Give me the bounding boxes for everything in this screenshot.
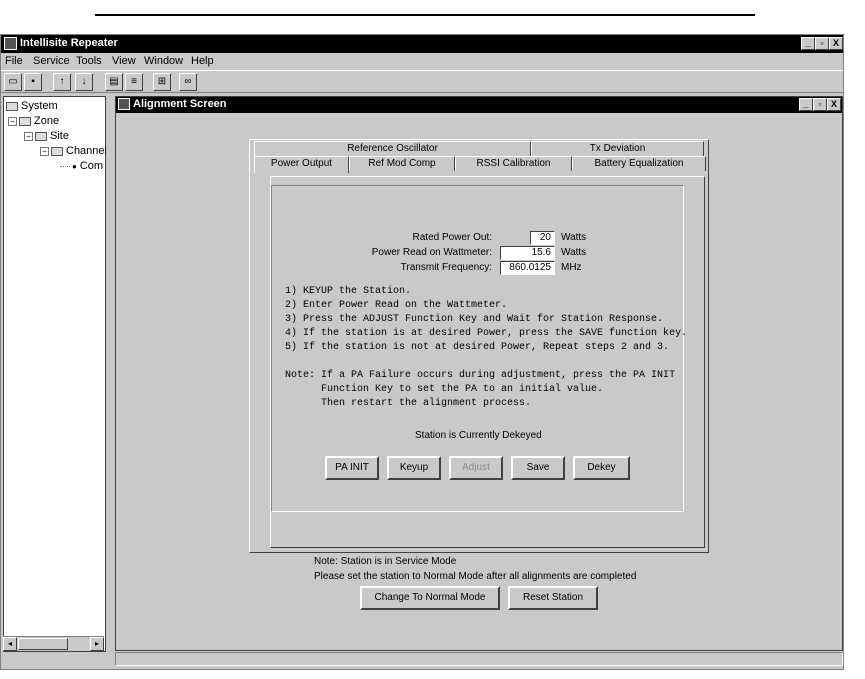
- print-icon[interactable]: ▤: [105, 73, 123, 91]
- folder-icon: [51, 146, 63, 156]
- app-title-bar: Intellisite Repeater _ ▫ X: [1, 35, 843, 53]
- list-icon[interactable]: ≡: [125, 73, 143, 91]
- collapse-icon[interactable]: −: [24, 131, 33, 141]
- power-read-input[interactable]: 15.6: [500, 246, 555, 260]
- tree-item-com[interactable]: ● Com: [60, 160, 103, 172]
- close-button[interactable]: X: [829, 37, 843, 50]
- folder-icon: [6, 101, 18, 111]
- tree-item-system[interactable]: System: [6, 100, 58, 112]
- network-icon[interactable]: ⊞: [153, 73, 171, 91]
- tree-view: System − Zone − Site − Channel ● Com: [3, 96, 107, 652]
- instruction-line: 2) Enter Power Read on the Wattmeter.: [285, 300, 508, 311]
- save-button[interactable]: Save: [511, 456, 565, 480]
- power-output-group: Rated Power Out: 20 Watts Power Read on …: [271, 185, 688, 512]
- folder-icon: [35, 131, 47, 141]
- tree-item-channel[interactable]: − Channel: [40, 145, 107, 157]
- transmit-frequency-unit: MHz: [561, 262, 582, 273]
- save-icon[interactable]: ▪: [24, 73, 42, 91]
- normal-mode-note: Please set the station to Normal Mode af…: [314, 571, 637, 582]
- menu-service[interactable]: Service: [33, 55, 70, 67]
- open-icon[interactable]: ▭: [4, 73, 22, 91]
- scroll-left-icon[interactable]: ◂: [3, 637, 17, 651]
- pa-init-button[interactable]: PA INIT: [325, 456, 379, 480]
- toolbar: ▭ ▪ ↑ ↓ ▤ ≡ ⊞ ∞: [1, 70, 843, 93]
- download-icon[interactable]: ↓: [75, 73, 93, 91]
- tree-horizontal-scrollbar[interactable]: ◂ ▸: [3, 636, 104, 651]
- folder-icon: [19, 116, 31, 126]
- menu-view[interactable]: View: [112, 55, 136, 67]
- upload-icon[interactable]: ↑: [53, 73, 71, 91]
- menu-tools[interactable]: Tools: [76, 55, 102, 67]
- tab-rssi-calibration[interactable]: RSSI Calibration: [455, 156, 572, 171]
- node-bullet-icon: ●: [72, 162, 77, 171]
- status-bar: [115, 652, 843, 666]
- menu-help[interactable]: Help: [191, 55, 214, 67]
- instruction-line: 4) If the station is at desired Power, p…: [285, 328, 688, 339]
- menu-file[interactable]: File: [5, 55, 23, 67]
- scroll-right-icon[interactable]: ▸: [90, 637, 104, 651]
- alignment-window: Alignment Screen _ ▫ X Reference Oscilla…: [115, 96, 843, 651]
- keyup-button[interactable]: Keyup: [387, 456, 441, 480]
- minimize-button[interactable]: _: [801, 37, 815, 50]
- tab-tx-deviation[interactable]: Tx Deviation: [531, 141, 704, 156]
- child-minimize-button[interactable]: _: [799, 98, 813, 111]
- reset-station-button[interactable]: Reset Station: [508, 586, 598, 610]
- power-output-panel: Rated Power Out: 20 Watts Power Read on …: [270, 176, 705, 548]
- transmit-frequency-field: 860.0125: [500, 261, 555, 275]
- pane-splitter[interactable]: [106, 96, 114, 652]
- app-window: Intellisite Repeater _ ▫ X File Service …: [0, 34, 844, 670]
- tab-battery-equalization[interactable]: Battery Equalization: [572, 156, 706, 171]
- service-mode-note: Note: Station is in Service Mode: [314, 556, 457, 567]
- alignment-title-bar: Alignment Screen _ ▫ X: [116, 97, 842, 113]
- dekey-button[interactable]: Dekey: [573, 456, 630, 480]
- rated-power-field: 20: [530, 231, 555, 245]
- menu-window[interactable]: Window: [144, 55, 183, 67]
- power-read-label: Power Read on Wattmeter:: [371, 247, 492, 258]
- tab-power-output[interactable]: Power Output: [254, 156, 349, 173]
- scroll-thumb[interactable]: [18, 638, 68, 650]
- note-line: Function Key to set the PA to an initial…: [285, 384, 604, 395]
- station-status-text: Station is Currently Dekeyed: [415, 430, 542, 441]
- note-line: Note: If a PA Failure occurs during adju…: [285, 370, 676, 381]
- child-close-button[interactable]: X: [827, 98, 841, 111]
- tree-item-site[interactable]: − Site: [24, 130, 69, 142]
- alignment-title: Alignment Screen: [133, 98, 227, 110]
- collapse-icon[interactable]: −: [8, 116, 17, 126]
- instruction-line: 1) KEYUP the Station.: [285, 286, 412, 297]
- app-icon: [4, 37, 17, 50]
- tab-reference-oscillator[interactable]: Reference Oscillator: [254, 141, 531, 156]
- tree-item-zone[interactable]: − Zone: [8, 115, 59, 127]
- power-read-unit: Watts: [561, 247, 587, 258]
- child-restore-button[interactable]: ▫: [813, 98, 827, 111]
- adjust-button[interactable]: Adjust: [449, 456, 503, 480]
- header-rule: [95, 14, 755, 16]
- rated-power-label: Rated Power Out:: [412, 232, 492, 243]
- binoculars-icon[interactable]: ∞: [179, 73, 197, 91]
- change-to-normal-mode-button[interactable]: Change To Normal Mode: [360, 586, 500, 610]
- app-title: Intellisite Repeater: [20, 37, 118, 49]
- collapse-icon[interactable]: −: [40, 146, 49, 156]
- instruction-line: 3) Press the ADJUST Function Key and Wai…: [285, 314, 664, 325]
- instruction-line: 5) If the station is not at desired Powe…: [285, 342, 670, 353]
- window-icon: [118, 98, 130, 110]
- tab-ref-mod-comp[interactable]: Ref Mod Comp: [349, 156, 455, 171]
- menu-bar: File Service Tools View Window Help: [1, 53, 843, 70]
- note-line: Then restart the alignment process.: [285, 398, 532, 409]
- rated-power-unit: Watts: [561, 232, 587, 243]
- restore-button[interactable]: ▫: [815, 37, 829, 50]
- transmit-frequency-label: Transmit Frequency:: [400, 262, 492, 273]
- alignment-dialog: Reference Oscillator Tx Deviation Power …: [249, 139, 709, 553]
